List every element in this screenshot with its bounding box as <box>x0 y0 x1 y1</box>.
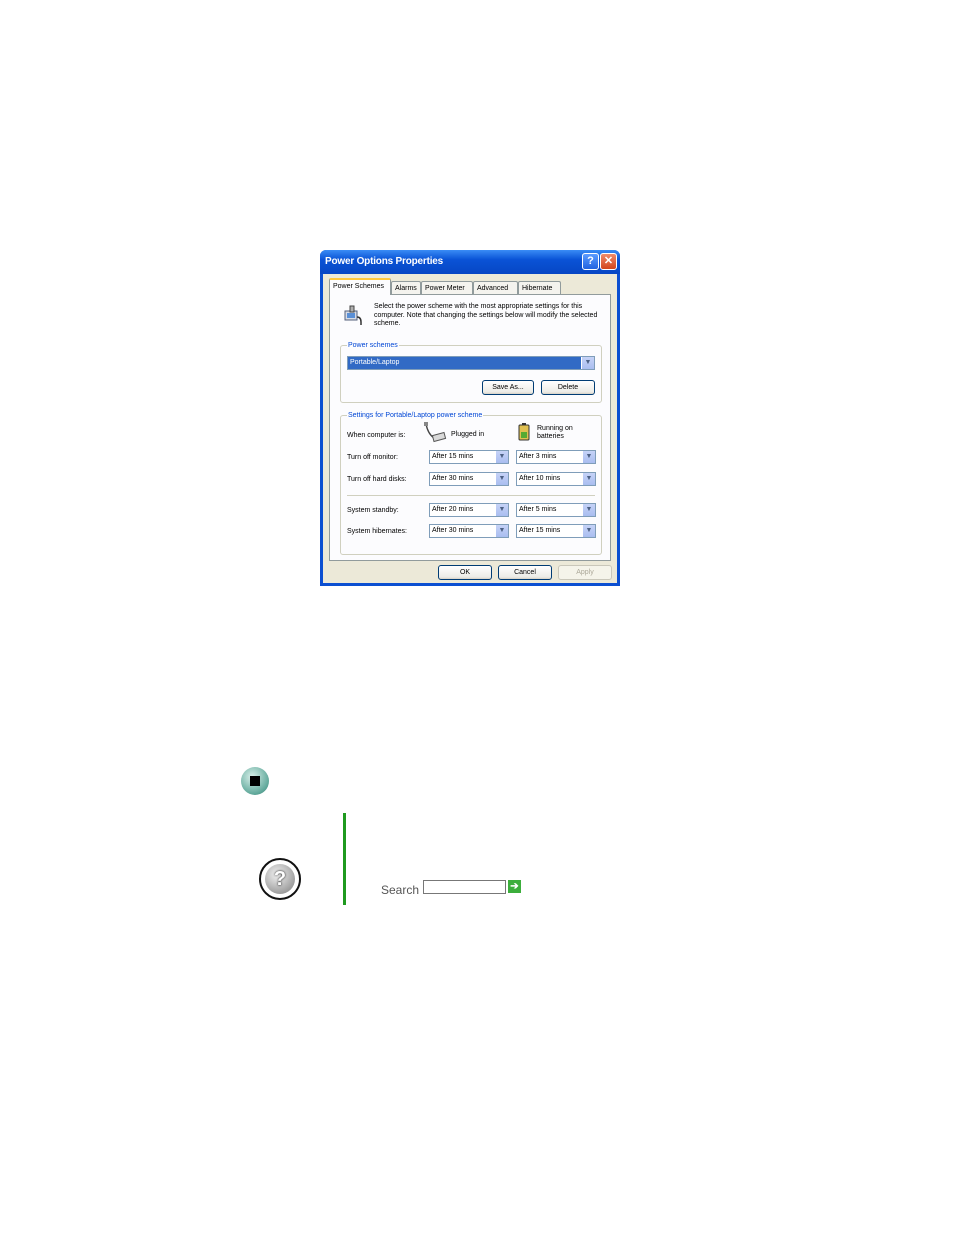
chevron-down-icon[interactable]: ▼ <box>495 504 508 516</box>
standby-battery-dropdown[interactable]: After 5 mins ▼ <box>516 503 596 517</box>
monitor-plugged-dropdown[interactable]: After 15 mins ▼ <box>429 450 509 464</box>
settings-group: Settings for Portable/Laptop power schem… <box>340 411 602 555</box>
power-scheme-icon <box>344 305 362 325</box>
power-schemes-group-label: Power schemes <box>347 341 399 350</box>
search-label: Search <box>381 883 420 897</box>
hibernate-battery-dropdown[interactable]: After 15 mins ▼ <box>516 524 596 538</box>
power-schemes-group: Power schemes Portable/Laptop ▼ Save As.… <box>340 341 602 403</box>
settings-group-label: Settings for Portable/Laptop power schem… <box>347 411 484 420</box>
power-scheme-value: Portable/Laptop <box>350 359 400 366</box>
battery-icon <box>518 423 530 441</box>
hard-disks-plugged-value: After 30 mins <box>432 475 474 482</box>
tab-panel: Select the power scheme with the most ap… <box>329 294 611 561</box>
chevron-down-icon[interactable]: ▼ <box>495 473 508 485</box>
intro-text: Select the power scheme with the most ap… <box>374 303 598 327</box>
hard-disks-battery-dropdown[interactable]: After 10 mins ▼ <box>516 472 596 486</box>
chevron-down-icon[interactable]: ▼ <box>495 525 508 537</box>
chevron-down-icon[interactable]: ▼ <box>582 504 595 516</box>
monitor-plugged-value: After 15 mins <box>432 453 474 460</box>
plugged-in-label: Plugged in <box>451 431 485 438</box>
hard-disks-battery-value: After 10 mins <box>519 475 561 482</box>
tab-power-schemes[interactable]: Power Schemes <box>329 278 391 295</box>
cancel-button[interactable]: Cancel <box>498 565 552 580</box>
system-standby-label: System standby: <box>347 507 399 514</box>
delete-button[interactable]: Delete <box>541 380 595 395</box>
help-icon: ? <box>259 858 301 900</box>
chevron-down-icon[interactable]: ▼ <box>495 451 508 463</box>
monitor-battery-value: After 3 mins <box>519 453 557 460</box>
apply-button[interactable]: Apply <box>558 565 612 580</box>
power-options-dialog: Power Options Properties ? ✕ Power Schem… <box>320 250 620 586</box>
chevron-down-icon[interactable]: ▼ <box>582 525 595 537</box>
system-hibernates-label: System hibernates: <box>347 528 407 535</box>
chevron-down-icon[interactable]: ▼ <box>582 473 595 485</box>
hibernate-plugged-value: After 30 mins <box>432 527 474 534</box>
tab-hibernate[interactable]: Hibernate <box>518 281 561 294</box>
batteries-label-line2: batteries <box>537 433 564 440</box>
chevron-down-icon[interactable]: ▼ <box>581 357 594 369</box>
ok-button[interactable]: OK <box>438 565 492 580</box>
settings-divider <box>347 495 595 496</box>
chevron-down-icon[interactable]: ▼ <box>582 451 595 463</box>
tab-power-meter[interactable]: Power Meter <box>421 281 473 294</box>
stop-icon <box>241 767 269 795</box>
standby-plugged-value: After 20 mins <box>432 506 474 513</box>
standby-plugged-dropdown[interactable]: After 20 mins ▼ <box>429 503 509 517</box>
hibernate-plugged-dropdown[interactable]: After 30 mins ▼ <box>429 524 509 538</box>
window-title: Power Options Properties <box>325 256 444 267</box>
help-icon[interactable]: ? <box>582 253 599 270</box>
dialog-client-area: Power Schemes Alarms Power Meter Advance… <box>323 274 617 583</box>
help-divider <box>343 813 346 905</box>
hibernate-battery-value: After 15 mins <box>519 527 561 534</box>
tab-alarms[interactable]: Alarms <box>391 281 421 294</box>
title-bar[interactable]: Power Options Properties ? ✕ <box>320 250 620 274</box>
standby-battery-value: After 5 mins <box>519 506 557 513</box>
search-input[interactable] <box>423 880 506 894</box>
power-scheme-dropdown[interactable]: Portable/Laptop ▼ <box>347 356 595 370</box>
close-icon[interactable]: ✕ <box>600 253 617 270</box>
monitor-battery-dropdown[interactable]: After 3 mins ▼ <box>516 450 596 464</box>
hard-disks-plugged-dropdown[interactable]: After 30 mins ▼ <box>429 472 509 486</box>
turn-off-hard-disks-label: Turn off hard disks: <box>347 476 407 483</box>
plug-icon <box>424 422 447 443</box>
tab-advanced[interactable]: Advanced <box>473 281 518 294</box>
search-go-icon[interactable]: ➔ <box>508 880 521 893</box>
save-as-button[interactable]: Save As... <box>482 380 534 395</box>
when-computer-label: When computer is: <box>347 432 406 439</box>
turn-off-monitor-label: Turn off monitor: <box>347 454 398 461</box>
